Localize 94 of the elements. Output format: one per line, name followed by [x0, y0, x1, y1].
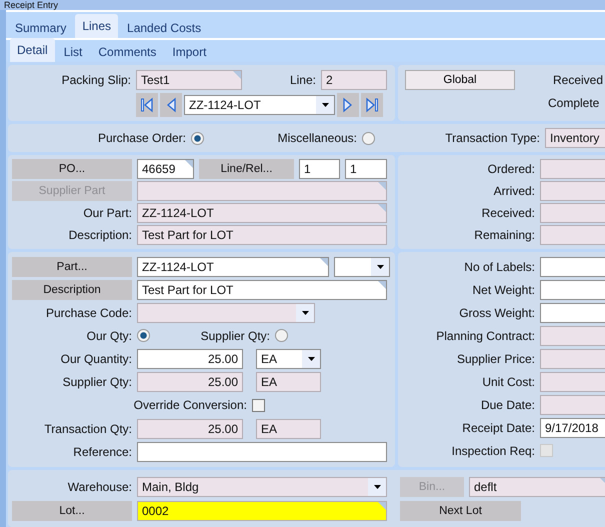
our-part-field[interactable]: ZZ-1124-LOT [137, 203, 387, 223]
first-record-icon[interactable] [136, 93, 158, 117]
window-title: Receipt Entry [0, 0, 605, 10]
field-label: Remaining: [473, 228, 535, 242]
tab[interactable]: Lines [75, 14, 118, 38]
lot-button[interactable]: Lot... [12, 501, 132, 521]
field-label: Override Conversion: [132, 398, 247, 412]
reference-field[interactable] [137, 442, 387, 462]
po-button[interactable]: PO... [12, 159, 132, 179]
transaction-type-field[interactable]: Inventory [545, 128, 605, 148]
part-field[interactable]: ZZ-1124-LOT [137, 256, 329, 276]
detail-field[interactable] [540, 256, 605, 276]
supplier-part-field[interactable] [137, 181, 387, 201]
quantity-field[interactable] [540, 159, 605, 179]
dropdown-caret-icon[interactable] [374, 485, 380, 489]
tab[interactable]: Import [165, 41, 214, 62]
dropdown-caret-icon[interactable] [308, 356, 314, 360]
checkbox[interactable] [252, 398, 265, 412]
field-label: Our Quantity: [60, 352, 132, 366]
bin-field[interactable]: deflt [469, 477, 605, 497]
unit-field[interactable]: EA [256, 418, 321, 438]
quantity-field[interactable]: 25.00 [137, 348, 243, 368]
dropdown-caret-icon[interactable] [302, 310, 308, 314]
detail-field[interactable] [540, 280, 605, 300]
line-release-button[interactable]: Line/Rel... [199, 159, 294, 179]
field-label: Transaction Qty: [43, 422, 132, 436]
quantity-field[interactable]: 25.00 [137, 372, 243, 392]
field-label: Purchase Code: [44, 306, 132, 320]
field-label: Inspection Req: [450, 444, 535, 458]
field-label: Ordered: [486, 162, 535, 176]
next-lot-button[interactable]: Next Lot [400, 501, 521, 521]
packing-slip-field[interactable]: Test1 [136, 70, 242, 90]
detail-field[interactable] [540, 302, 605, 322]
description-field[interactable]: Test Part for LOT [137, 225, 387, 245]
detail-field[interactable]: 9/17/2018 [540, 418, 605, 438]
field-label: Unit Cost: [481, 374, 535, 388]
tab[interactable]: List [56, 41, 90, 62]
field-label: Reference: [72, 445, 132, 459]
status-label: Received [553, 73, 604, 87]
detail-field[interactable] [540, 394, 605, 414]
dropdown-caret-icon[interactable] [376, 264, 384, 268]
line-selector-dropdown[interactable]: ZZ-1124-LOT [184, 95, 335, 115]
field-label: Line: [288, 73, 316, 87]
field-label: Gross Weight: [458, 306, 535, 320]
field-label: Transaction Type: [444, 131, 540, 145]
field-label: Warehouse: [66, 480, 132, 494]
field-label: Supplier Qty: [62, 374, 132, 388]
quantity-field[interactable]: 25.00 [137, 418, 243, 438]
option-label: Our Qty: [86, 328, 132, 342]
tab[interactable]: Summary [8, 17, 74, 38]
field-label: Supplier Price: [456, 352, 535, 366]
global-button[interactable]: Global [405, 70, 515, 90]
description-field[interactable]: Test Part for LOT [137, 280, 387, 300]
previous-record-icon[interactable] [160, 93, 182, 117]
option-label: Miscellaneous: [276, 131, 357, 145]
field-label: Received: [480, 206, 535, 220]
detail-field[interactable] [540, 372, 605, 392]
radio-button[interactable] [362, 132, 375, 144]
dropdown-caret-icon[interactable] [322, 103, 328, 107]
option-label: Supplier Qty: [200, 328, 270, 342]
field-label: Planning Contract: [435, 328, 535, 342]
tab[interactable]: Landed Costs [120, 17, 208, 38]
quantity-field[interactable] [540, 203, 605, 223]
status-label: Complete [548, 96, 600, 110]
unit-field[interactable]: EA [256, 348, 321, 368]
field-label: Arrived: [492, 184, 535, 198]
last-record-icon[interactable] [361, 93, 383, 117]
option-label: Purchase Order: [96, 131, 186, 145]
field-label: Net Weight: [472, 282, 535, 296]
description-button[interactable]: Description [12, 280, 132, 300]
field-label: Our Part: [82, 206, 132, 220]
unit-field[interactable]: EA [256, 372, 321, 392]
next-record-icon[interactable] [337, 93, 359, 117]
lot-field[interactable]: 0002 [137, 501, 387, 521]
quantity-field[interactable] [540, 225, 605, 245]
tab[interactable]: Detail [10, 38, 55, 62]
detail-field[interactable] [540, 348, 605, 368]
radio-button[interactable] [275, 329, 288, 342]
field-label: Description: [68, 228, 132, 242]
detail-field[interactable] [540, 326, 605, 346]
warehouse-dropdown[interactable]: Main, Bldg [137, 477, 387, 497]
field-label: No of Labels: [463, 260, 535, 274]
field-label: Packing Slip: [60, 73, 131, 87]
radio-button[interactable] [191, 132, 204, 144]
part-button[interactable]: Part... [12, 256, 132, 276]
release-field[interactable]: 1 [345, 159, 387, 179]
line-field[interactable]: 2 [321, 70, 387, 90]
tab[interactable]: Comments [91, 41, 164, 62]
field-label: Due Date: [480, 398, 535, 412]
line-field[interactable]: 1 [299, 159, 340, 179]
quantity-field[interactable] [540, 181, 605, 201]
radio-button[interactable] [137, 329, 150, 342]
field-label: Receipt Date: [461, 420, 535, 434]
po-field[interactable]: 46659 [137, 159, 194, 179]
